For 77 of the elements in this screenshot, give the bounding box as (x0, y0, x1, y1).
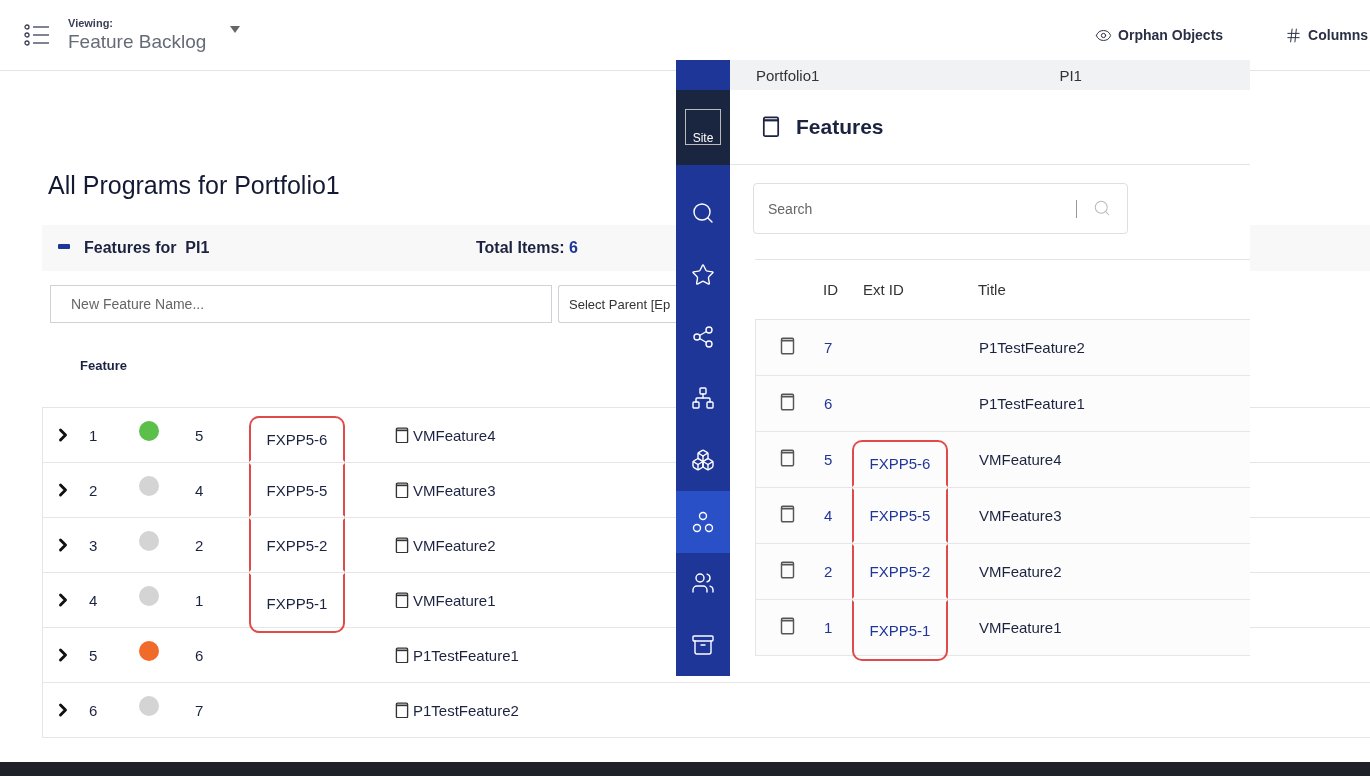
id-cell-text: 2 (195, 536, 205, 554)
card-icon (762, 116, 780, 138)
card-icon (395, 701, 409, 719)
card-icon (780, 505, 795, 523)
title-cell-text: VMFeature3 (978, 507, 1063, 524)
id-link[interactable]: 6 (824, 395, 852, 412)
feature-name-input[interactable]: New Feature Name... (50, 285, 552, 323)
column-header: Ext ID (863, 281, 905, 298)
title-cell-text: VMFeature2 (978, 563, 1063, 580)
page-title: All Programs for Portfolio1 (48, 171, 340, 201)
card-icon (780, 393, 795, 411)
rank-cell-text: 3 (89, 536, 99, 554)
title-cell: P1TestFeature2 (413, 701, 519, 719)
column-header: ID (823, 281, 839, 298)
orphan-objects-button[interactable]: Orphan Objects (1095, 26, 1224, 44)
id-cell-text: 5 (195, 426, 205, 444)
search-field[interactable]: Search (753, 183, 1128, 234)
ext-id-cell: FXPP5-5 (249, 463, 345, 517)
card-icon (780, 561, 795, 579)
star-icon (691, 263, 715, 288)
id-cell-text: 7 (195, 701, 205, 719)
hierarchy-icon (691, 386, 715, 411)
list-icon[interactable] (24, 24, 50, 46)
ext-id-cell: FXPP5-1 (249, 573, 345, 633)
archive-icon (691, 633, 715, 658)
id-cell-text: 6 (195, 646, 205, 664)
title-cell-text: VMFeature1 (978, 619, 1063, 636)
grid-icon (1285, 26, 1303, 44)
network-icon (691, 324, 715, 349)
rank-cell-text: 4 (89, 591, 99, 609)
id-cell-text: 4 (195, 481, 205, 499)
ext-id-cell: FXPP5-6 (249, 416, 345, 462)
title-cell: VMFeature1 (413, 591, 496, 609)
features-title: Features (796, 115, 884, 139)
title-cell-text: P1TestFeature1 (978, 395, 1086, 412)
id-cell-text: 1 (195, 591, 205, 609)
id-link[interactable]: 4 (824, 507, 852, 524)
id-link[interactable]: 1 (824, 619, 852, 636)
card-icon (395, 536, 409, 554)
caret-icon[interactable] (230, 25, 241, 33)
card-icon (780, 449, 795, 467)
title-cell: VMFeature4 (413, 426, 496, 444)
rank-cell-text: 1 (89, 426, 99, 444)
total-items: Total Items: 6 (476, 239, 578, 257)
rank-cell-text: 2 (89, 481, 99, 499)
ext-id-link[interactable]: FXPP5-1 (852, 600, 948, 661)
view-selector[interactable]: Feature Backlog (68, 31, 207, 53)
title-cell: VMFeature3 (413, 481, 496, 499)
rank-cell-text: 5 (89, 646, 99, 664)
id-link[interactable]: 2 (824, 563, 852, 580)
site-logo: Site (685, 109, 721, 146)
breadcrumb-item[interactable]: PI1 (1059, 66, 1082, 84)
column-header: Title (977, 281, 1007, 298)
breadcrumb-item[interactable]: Portfolio1 (756, 66, 820, 84)
people-icon (691, 571, 715, 596)
nav-item[interactable] (676, 490, 730, 553)
boxes-icon (691, 448, 715, 473)
card-icon (780, 617, 795, 635)
column-header: Feature (80, 357, 127, 373)
collapse-icon[interactable] (58, 243, 70, 249)
id-link[interactable]: 5 (824, 451, 852, 468)
title-cell-text: P1TestFeature2 (978, 339, 1086, 356)
viewing-label: Viewing: (68, 17, 115, 29)
id-link[interactable]: 7 (824, 339, 852, 356)
card-icon (395, 426, 409, 444)
title-cell: P1TestFeature1 (413, 646, 519, 664)
card-icon (780, 337, 795, 355)
title-cell: VMFeature2 (413, 536, 496, 554)
title-cell-text: VMFeature4 (978, 451, 1063, 468)
ext-id-cell: FXPP5-2 (249, 518, 345, 572)
circles-icon (691, 509, 715, 534)
columns-button[interactable]: Columns (1285, 26, 1368, 44)
card-icon (395, 591, 409, 609)
card-icon (395, 646, 409, 664)
group-label: Features for PI1 (84, 239, 211, 257)
rank-cell-text: 6 (89, 701, 99, 719)
card-icon (395, 481, 409, 499)
